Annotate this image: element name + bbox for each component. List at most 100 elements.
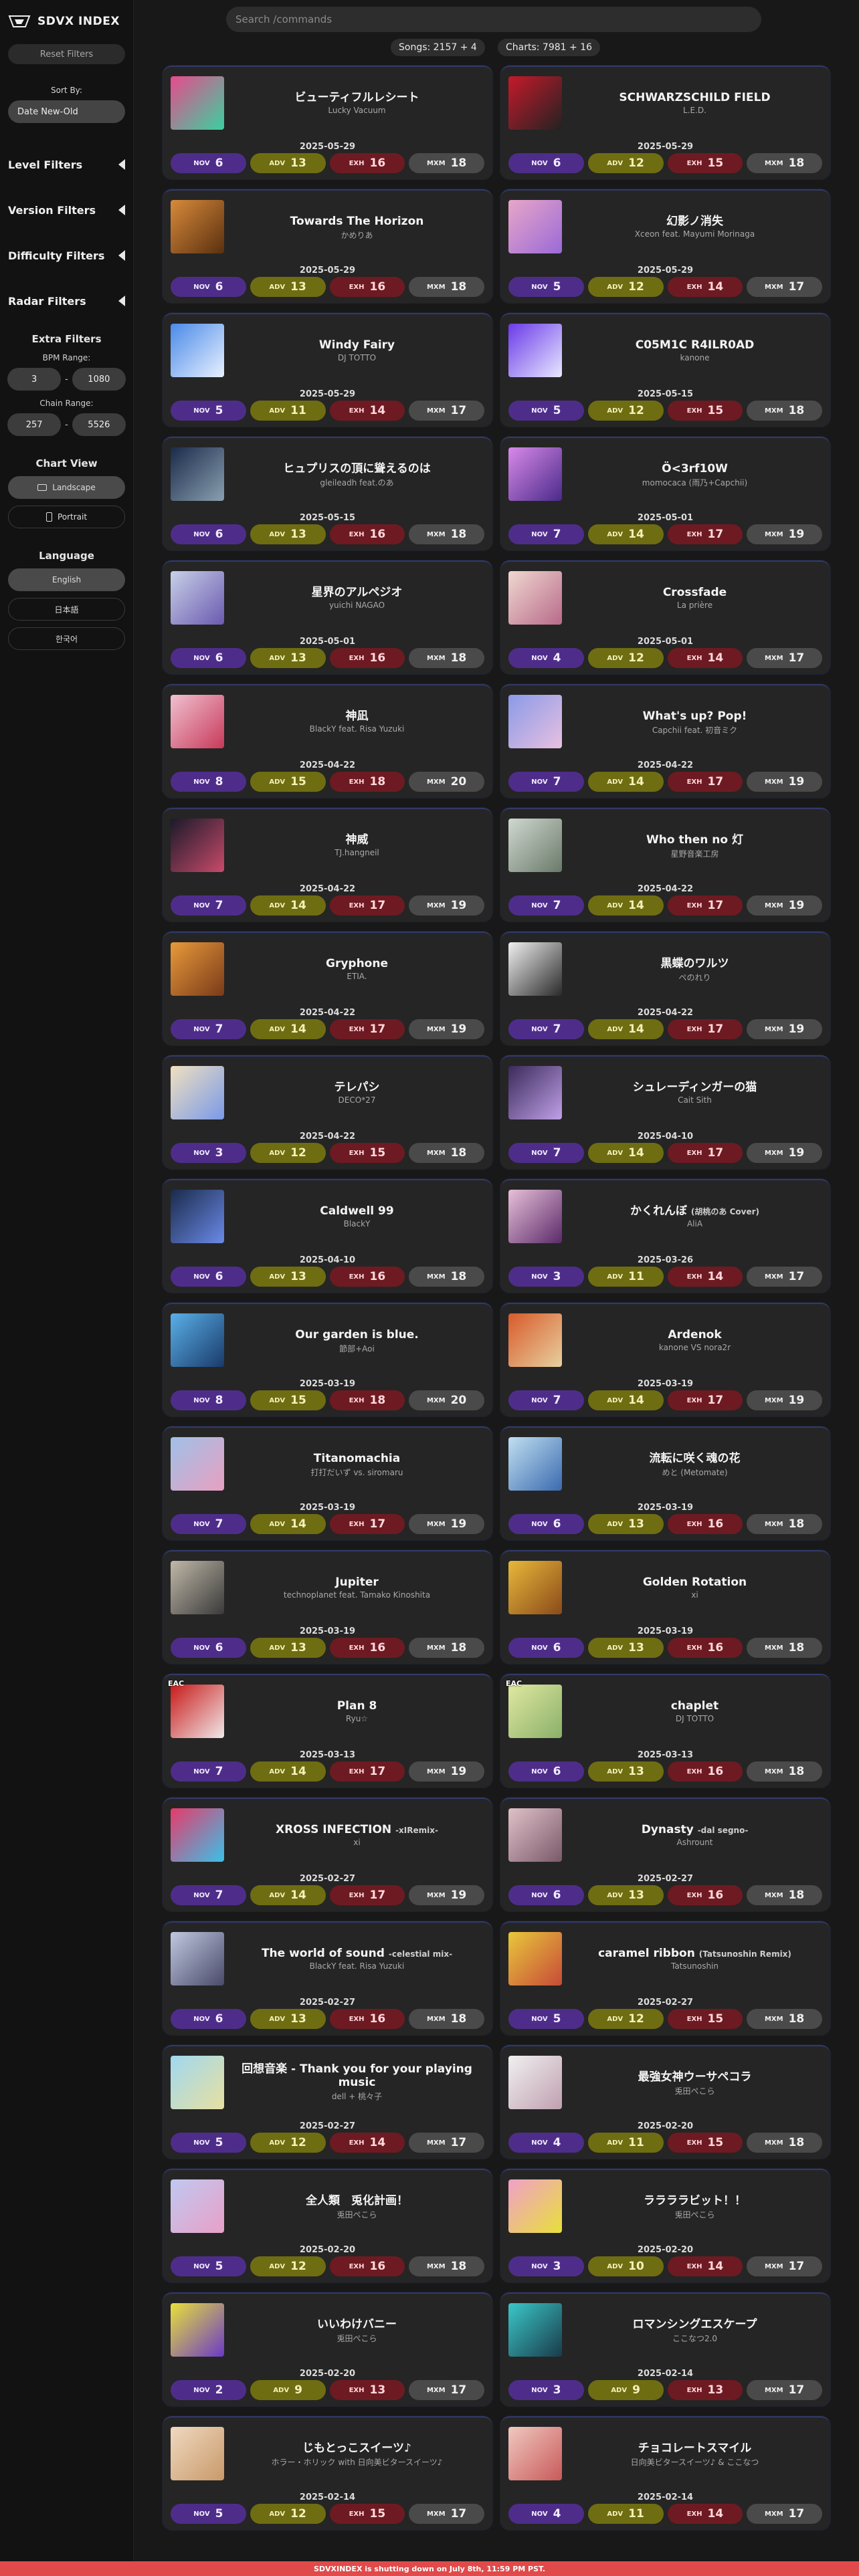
difficulty-mxm-button[interactable]: MXM 17 [409, 2380, 484, 2400]
difficulty-mxm-button[interactable]: MXM 17 [409, 2504, 484, 2524]
difficulty-adv-button[interactable]: ADV 11 [587, 2133, 664, 2153]
difficulty-nov-button[interactable]: NOV 5 [171, 2133, 246, 2153]
song-card[interactable]: Jupiter technoplanet feat. Tamako Kinoshi… [163, 1550, 492, 1664]
difficulty-adv-button[interactable]: ADV 12 [587, 277, 664, 297]
song-card[interactable]: Crossfade La prière 2025-05-01 NOV 4 ADV 12 EXH… [500, 560, 830, 674]
difficulty-nov-button[interactable]: NOV 7 [171, 895, 246, 916]
difficulty-adv-button[interactable]: ADV 11 [250, 401, 326, 421]
difficulty-exh-button[interactable]: EXH 15 [667, 2133, 743, 2153]
song-card[interactable]: 神凪 BlackY feat. Risa Yuzuki 2025-04-22 NOV 8… [163, 684, 492, 798]
difficulty-nov-button[interactable]: NOV 7 [508, 895, 584, 916]
difficulty-mxm-button[interactable]: MXM 17 [747, 1267, 822, 1287]
difficulty-adv-button[interactable]: ADV 15 [250, 772, 326, 792]
song-card[interactable]: caramel ribbon (Tatsunoshin Remix) Tatsun… [500, 1921, 830, 2035]
difficulty-exh-button[interactable]: EXH 17 [667, 772, 743, 792]
radar-filters-toggle[interactable]: Radar Filters [0, 278, 133, 324]
difficulty-mxm-button[interactable]: MXM 17 [747, 2504, 822, 2524]
landscape-view-button[interactable]: Landscape [8, 476, 125, 499]
difficulty-exh-button[interactable]: EXH 16 [667, 1761, 743, 1782]
portrait-view-button[interactable]: Portrait [8, 506, 125, 528]
difficulty-adv-button[interactable]: ADV 10 [587, 2256, 664, 2276]
difficulty-exh-button[interactable]: EXH 17 [329, 1019, 405, 1039]
difficulty-nov-button[interactable]: NOV 6 [171, 524, 246, 544]
difficulty-exh-button[interactable]: EXH 17 [329, 895, 405, 916]
difficulty-exh-button[interactable]: EXH 16 [667, 1885, 743, 1905]
logo[interactable]: SDVX INDEX [0, 0, 133, 35]
song-card[interactable]: Who then no 灯星野音楽工房 2025-04-22 NOV 7 ADV 14 EX… [500, 808, 830, 922]
difficulty-adv-button[interactable]: ADV 12 [250, 2504, 326, 2524]
difficulty-mxm-button[interactable]: MXM 17 [409, 2133, 484, 2153]
song-card[interactable]: ララララビット！！ 兎田ぺこら 2025-02-20 NOV 3 ADV 10 EXH 14 MX… [500, 2169, 830, 2282]
difficulty-mxm-button[interactable]: MXM 18 [747, 153, 822, 173]
song-card[interactable]: ヒュプリスの頂に聳えるのは gleileadh feat.のあ 2025-05-15… [163, 437, 492, 550]
difficulty-mxm-button[interactable]: MXM 18 [409, 2009, 484, 2029]
song-card[interactable]: Golden Rotation xi 2025-03-19 NOV 6 ADV 13 EXH 1… [500, 1550, 830, 1664]
difficulty-mxm-button[interactable]: MXM 19 [747, 524, 822, 544]
difficulty-nov-button[interactable]: NOV 6 [508, 153, 584, 173]
difficulty-mxm-button[interactable]: MXM 18 [747, 1514, 822, 1534]
difficulty-nov-button[interactable]: NOV 7 [508, 524, 584, 544]
song-card[interactable]: じもとっこスイーツ♪ ホラー・ホリック with 日向美ビタースイーツ♪ 2025-… [163, 2416, 492, 2530]
search-input[interactable]: Search /commands [226, 7, 761, 32]
song-card[interactable]: Ö<3rf10W momocaca (雨乃+Capchii) 2025-05-01 N… [500, 437, 830, 550]
difficulty-adv-button[interactable]: ADV 14 [587, 1143, 664, 1163]
difficulty-adv-button[interactable]: ADV 13 [587, 1514, 664, 1534]
difficulty-adv-button[interactable]: ADV 13 [587, 1761, 664, 1782]
song-card[interactable]: Ardenok kanone VS nora2r 2025-03-19 NOV 7 ADV… [500, 1303, 830, 1416]
song-card[interactable]: XROSS INFECTION -xIRemix-xi 2025-02-27 NOV… [163, 1798, 492, 1911]
difficulty-nov-button[interactable]: NOV 6 [508, 1761, 584, 1782]
language-japanese-button[interactable]: 日本語 [8, 598, 125, 621]
difficulty-adv-button[interactable]: ADV 12 [587, 401, 664, 421]
difficulty-exh-button[interactable]: EXH 13 [329, 2380, 405, 2400]
difficulty-nov-button[interactable]: NOV 4 [508, 2504, 584, 2524]
level-filters-toggle[interactable]: Level Filters [0, 142, 133, 187]
difficulty-mxm-button[interactable]: MXM 19 [409, 1885, 484, 1905]
difficulty-nov-button[interactable]: NOV 2 [171, 2380, 246, 2400]
difficulty-nov-button[interactable]: NOV 8 [171, 1390, 246, 1410]
song-card[interactable]: 神威 TJ.hangneil 2025-04-22 NOV 7 ADV 14 EXH 17 MXM… [163, 808, 492, 922]
difficulty-nov-button[interactable]: NOV 5 [171, 2256, 246, 2276]
difficulty-nov-button[interactable]: NOV 7 [171, 1514, 246, 1534]
song-card[interactable]: 星界のアルペジオ yuichi NAGAO 2025-05-01 NOV 6 ADV 13 E… [163, 560, 492, 674]
version-filters-toggle[interactable]: Version Filters [0, 187, 133, 233]
language-english-button[interactable]: English [8, 568, 125, 591]
difficulty-adv-button[interactable]: ADV 14 [250, 895, 326, 916]
chain-min-input[interactable]: 257 [7, 413, 62, 436]
difficulty-nov-button[interactable]: NOV 5 [171, 2504, 246, 2524]
difficulty-exh-button[interactable]: EXH 17 [667, 524, 743, 544]
song-card[interactable]: The world of sound -celestial mix- BlackY… [163, 1921, 492, 2035]
difficulty-nov-button[interactable]: NOV 6 [171, 277, 246, 297]
difficulty-exh-button[interactable]: EXH 16 [329, 648, 405, 668]
difficulty-nov-button[interactable]: NOV 7 [508, 1143, 584, 1163]
song-card[interactable]: 回想音楽 - Thank you for your playing music d… [163, 2045, 492, 2159]
difficulty-exh-button[interactable]: EXH 14 [329, 2133, 405, 2153]
difficulty-exh-button[interactable]: EXH 15 [329, 2504, 405, 2524]
difficulty-adv-button[interactable]: ADV 13 [250, 648, 326, 668]
difficulty-nov-button[interactable]: NOV 6 [171, 2009, 246, 2029]
song-card[interactable]: Dynasty -dal segno- Ashrount 2025-02-27 NOV… [500, 1798, 830, 1911]
difficulty-nov-button[interactable]: NOV 5 [508, 277, 584, 297]
song-card[interactable]: 最強女神ウーサペコラ 兎田ぺこら 2025-02-20 NOV 4 ADV 11 EXH 15 M… [500, 2045, 830, 2159]
difficulty-adv-button[interactable]: ADV 14 [250, 1761, 326, 1782]
difficulty-nov-button[interactable]: NOV 5 [171, 401, 246, 421]
difficulty-mxm-button[interactable]: MXM 17 [409, 401, 484, 421]
difficulty-nov-button[interactable]: NOV 3 [508, 1267, 584, 1287]
difficulty-nov-button[interactable]: NOV 6 [508, 1638, 584, 1658]
difficulty-exh-button[interactable]: EXH 17 [667, 895, 743, 916]
difficulty-exh-button[interactable]: EXH 16 [667, 1514, 743, 1534]
difficulty-nov-button[interactable]: NOV 6 [171, 1267, 246, 1287]
bpm-max-input[interactable]: 1080 [72, 368, 126, 391]
difficulty-exh-button[interactable]: EXH 17 [667, 1390, 743, 1410]
difficulty-exh-button[interactable]: EXH 14 [667, 277, 743, 297]
song-card[interactable]: かくれんぼ (胡桃のあ Cover) AliA 2025-03-26 NOV 3 ADV 1… [500, 1179, 830, 1293]
difficulty-adv-button[interactable]: ADV 14 [587, 772, 664, 792]
song-card[interactable]: Caldwell 99 BlackY 2025-04-10 NOV 6 ADV 13 EXH 1… [163, 1179, 492, 1293]
difficulty-exh-button[interactable]: EXH 14 [329, 401, 405, 421]
difficulty-nov-button[interactable]: NOV 3 [508, 2256, 584, 2276]
difficulty-adv-button[interactable]: ADV 14 [587, 895, 664, 916]
difficulty-mxm-button[interactable]: MXM 19 [747, 1019, 822, 1039]
difficulty-nov-button[interactable]: NOV 7 [171, 1019, 246, 1039]
song-card[interactable]: EAC chaplet DJ TOTTO 2025-03-13 NOV 6 ADV 13 EXH… [500, 1674, 830, 1788]
song-card[interactable]: 全人類 兎化計画！ 兎田ぺこら 2025-02-20 NOV 5 ADV 12 EXH 16 MX… [163, 2169, 492, 2282]
difficulty-exh-button[interactable]: EXH 14 [667, 2504, 743, 2524]
